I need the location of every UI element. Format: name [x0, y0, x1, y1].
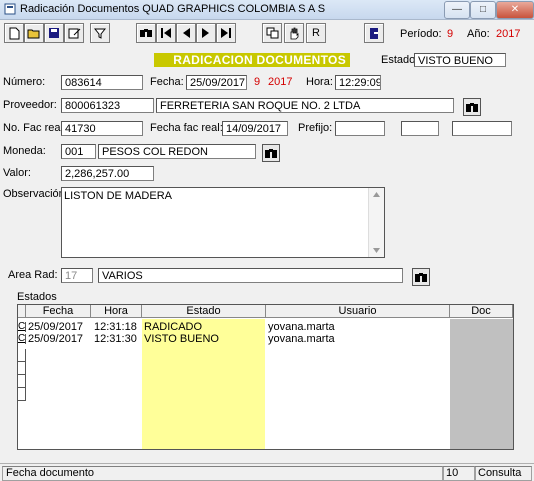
arearad-name-field: VARIOS [98, 268, 403, 283]
status-bar: Fecha documento 10 Consulta [0, 463, 534, 481]
doc-column-highlight [450, 319, 513, 449]
proveedor-label: Proveedor: [3, 99, 57, 111]
moneda-name-field: PESOS COL REDON [98, 144, 256, 159]
arearad-code-input[interactable]: 17 [61, 268, 93, 283]
filter-icon[interactable] [90, 23, 110, 43]
anio-value: 2017 [496, 28, 521, 40]
row-selector[interactable]: C [18, 322, 26, 332]
periodo-label: Período: [400, 28, 442, 40]
fecha-year: 2017 [268, 76, 293, 88]
row-selector[interactable] [18, 349, 26, 362]
search-records-icon[interactable] [136, 23, 156, 43]
valor-input[interactable]: 2,286,257.00 [61, 166, 154, 181]
scroll-up-icon[interactable] [373, 192, 380, 197]
observacion-textarea[interactable]: LISTON DE MADERA [61, 187, 385, 258]
hand-icon[interactable] [284, 23, 304, 43]
table-cell-usuario: yovana.marta [268, 321, 335, 333]
app-icon [4, 3, 16, 15]
prefijo-input[interactable] [335, 121, 385, 136]
arearad-lookup-icon[interactable] [412, 268, 430, 286]
save-icon[interactable] [44, 23, 64, 43]
table-cell-hora: 12:31:18 [94, 321, 137, 333]
estado-field: VISTO BUENO [414, 53, 506, 67]
proveedor-name-field: FERRETERIA SAN ROQUE NO. 2 LTDA [156, 98, 454, 113]
table-cell-fecha: 25/09/2017 [28, 321, 84, 333]
table-cell-estado: RADICADO [144, 321, 203, 333]
fechafac-label: Fecha fac real: [150, 122, 223, 134]
col-header-hora[interactable]: Hora [91, 305, 142, 318]
extra-field-1[interactable] [401, 121, 439, 136]
r-button[interactable]: R [306, 23, 326, 43]
observacion-label: Observación: [3, 188, 68, 200]
grid-corner [18, 305, 26, 318]
moneda-lookup-icon[interactable] [262, 144, 280, 162]
nofac-input[interactable]: 41730 [61, 121, 143, 136]
table-cell-fecha: 25/09/2017 [28, 333, 84, 345]
next-record-icon[interactable] [196, 23, 216, 43]
table-cell-estado: VISTO BUENO [144, 333, 219, 345]
window-title: Radicación Documentos QUAD GRAPHICS COLO… [20, 3, 326, 15]
anio-label: Año: [467, 28, 490, 40]
observacion-text: LISTON DE MADERA [64, 190, 172, 202]
moneda-code-input[interactable]: 001 [61, 144, 96, 159]
fecha-input[interactable]: 25/09/2017 [186, 75, 247, 90]
status-mode: Consulta [474, 466, 532, 481]
copy-icon[interactable] [262, 23, 282, 43]
fecha-label: Fecha: [150, 76, 184, 88]
row-selector[interactable] [18, 375, 26, 388]
new-document-icon[interactable] [4, 23, 24, 43]
nofac-label: No. Fac real: [3, 122, 66, 134]
table-cell-usuario: yovana.marta [268, 333, 335, 345]
moneda-label: Moneda: [3, 145, 46, 157]
maximize-button[interactable]: □ [470, 1, 496, 19]
scroll-down-icon[interactable] [373, 248, 380, 253]
col-header-fecha[interactable]: Fecha [26, 305, 91, 318]
row-selector[interactable] [18, 388, 26, 401]
table-cell-hora: 12:31:30 [94, 333, 137, 345]
col-header-estado[interactable]: Estado [142, 305, 266, 318]
page-banner: RADICACION DOCUMENTOS [154, 53, 350, 67]
last-record-icon[interactable] [216, 23, 236, 43]
row-selector[interactable]: C [18, 334, 26, 344]
col-header-usuario[interactable]: Usuario [266, 305, 450, 318]
hora-label: Hora: [306, 76, 333, 88]
col-header-doc[interactable]: Doc [450, 305, 513, 318]
hora-input[interactable]: 12:29:09 [335, 75, 381, 90]
title-bar: Radicación Documentos QUAD GRAPHICS COLO… [0, 0, 534, 20]
proveedor-lookup-icon[interactable] [463, 98, 481, 116]
status-text: Fecha documento [2, 466, 444, 481]
estados-grid[interactable]: Fecha Hora Estado Usuario Doc C 25/09/20… [17, 304, 514, 450]
observacion-scrollbar[interactable] [368, 188, 384, 257]
arearad-label: Area Rad: [8, 269, 58, 281]
valor-label: Valor: [3, 167, 31, 179]
periodo-value: 9 [447, 28, 454, 40]
close-button[interactable]: ✕ [496, 1, 534, 19]
estado-label: Estado: [381, 54, 419, 66]
estados-label: Estados [17, 291, 57, 303]
minimize-button[interactable]: — [444, 1, 470, 19]
numero-label: Número: [3, 76, 46, 88]
extra-field-2[interactable] [452, 121, 512, 136]
row-selector[interactable] [18, 362, 26, 375]
open-folder-icon[interactable] [24, 23, 44, 43]
numero-input[interactable]: 083614 [61, 75, 143, 90]
proveedor-code-input[interactable]: 800061323 [61, 98, 154, 113]
previous-record-icon[interactable] [176, 23, 196, 43]
first-record-icon[interactable] [156, 23, 176, 43]
exit-door-icon[interactable] [364, 23, 384, 43]
status-count: 10 [442, 466, 476, 481]
fechafac-input[interactable]: 14/09/2017 [222, 121, 288, 136]
fecha-period: 9 [254, 76, 261, 88]
edit-icon[interactable] [64, 23, 84, 43]
prefijo-label: Prefijo: [298, 122, 333, 134]
